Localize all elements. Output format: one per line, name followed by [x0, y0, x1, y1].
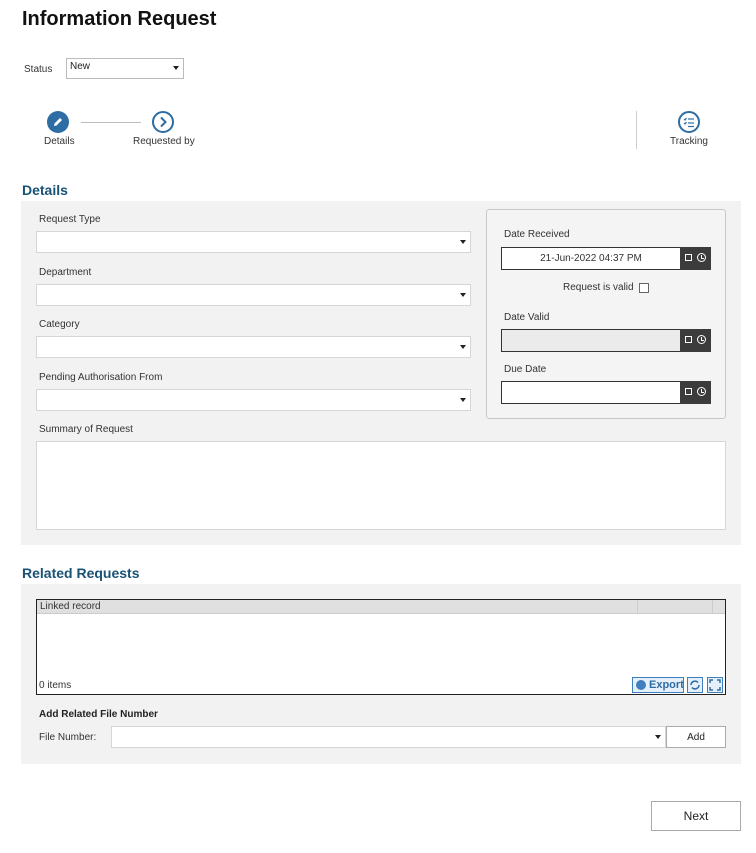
date-valid-input[interactable] [501, 329, 711, 352]
date-valid-label: Date Valid [504, 312, 550, 323]
status-label: Status [24, 64, 53, 75]
step-details-label: Details [44, 136, 75, 147]
expand-icon-svg [709, 679, 721, 691]
date-received-input[interactable]: 21-Jun-2022 04:37 PM [501, 247, 711, 270]
category-select[interactable] [36, 336, 471, 358]
request-valid-checkbox[interactable] [639, 283, 649, 293]
due-date-input[interactable] [501, 381, 711, 404]
calendar-icon [685, 388, 692, 395]
step-requested-by-label: Requested by [133, 136, 195, 147]
pencil-icon [54, 118, 62, 126]
checklist-icon [683, 117, 694, 128]
request-type-select[interactable] [36, 231, 471, 253]
department-select[interactable] [36, 284, 471, 306]
expand-icon[interactable] [707, 677, 723, 693]
status-value: New [70, 61, 91, 72]
step-tracking-label: Tracking [670, 136, 708, 147]
page-title: Information Request [22, 8, 217, 30]
date-picker-buttons[interactable] [680, 381, 711, 404]
chevron-down-icon [460, 398, 466, 402]
step-details-pencil-icon[interactable] [47, 111, 69, 133]
file-number-select[interactable] [111, 726, 666, 748]
grid-column-linked-record[interactable]: Linked record [40, 601, 101, 612]
pending-authorisation-label: Pending Authorisation From [39, 372, 163, 383]
request-valid-label: Request is valid [563, 282, 634, 293]
clock-icon [697, 253, 706, 262]
due-date-label: Due Date [504, 364, 547, 375]
export-label: Export [649, 679, 684, 691]
summary-textarea[interactable] [36, 441, 726, 530]
refresh-icon[interactable] [687, 677, 703, 693]
date-received-value: 21-Jun-2022 04:37 PM [540, 253, 642, 264]
pending-authorisation-select[interactable] [36, 389, 471, 411]
date-received-label: Date Received [504, 229, 570, 240]
grid-header: Linked record [37, 600, 725, 614]
date-picker-buttons[interactable] [680, 247, 711, 270]
department-label: Department [39, 267, 92, 278]
step-divider [636, 111, 637, 149]
export-icon [636, 680, 646, 690]
details-heading: Details [22, 182, 68, 198]
grid-column-divider [637, 600, 638, 613]
chevron-down-icon [655, 735, 661, 739]
next-button[interactable]: Next [651, 801, 741, 831]
grid-column-divider [712, 600, 713, 613]
calendar-icon [685, 336, 692, 343]
refresh-icon-svg [690, 680, 700, 690]
clock-icon [697, 335, 706, 344]
related-requests-heading: Related Requests [22, 565, 140, 581]
step-requested-by-chevron-icon[interactable] [152, 111, 174, 133]
export-button[interactable]: Export [632, 677, 684, 693]
chevron-down-icon [460, 293, 466, 297]
step-connector [81, 122, 141, 123]
date-picker-buttons[interactable] [680, 329, 711, 352]
chevron-down-icon [173, 66, 179, 70]
clock-icon [697, 387, 706, 396]
calendar-icon [685, 254, 692, 261]
chevron-down-icon [460, 345, 466, 349]
chevron-right-icon [160, 116, 167, 128]
category-label: Category [39, 319, 80, 330]
request-type-label: Request Type [39, 214, 101, 225]
chevron-down-icon [460, 240, 466, 244]
status-select[interactable]: New [66, 58, 184, 79]
add-related-heading: Add Related File Number [39, 709, 158, 720]
file-number-label: File Number: [39, 732, 97, 743]
linked-records-grid: Linked record 0 items Export [36, 599, 726, 695]
summary-label: Summary of Request [39, 424, 133, 435]
step-tracking-list-icon[interactable] [678, 111, 700, 133]
items-count: 0 items [39, 680, 72, 691]
add-button[interactable]: Add [666, 726, 726, 748]
